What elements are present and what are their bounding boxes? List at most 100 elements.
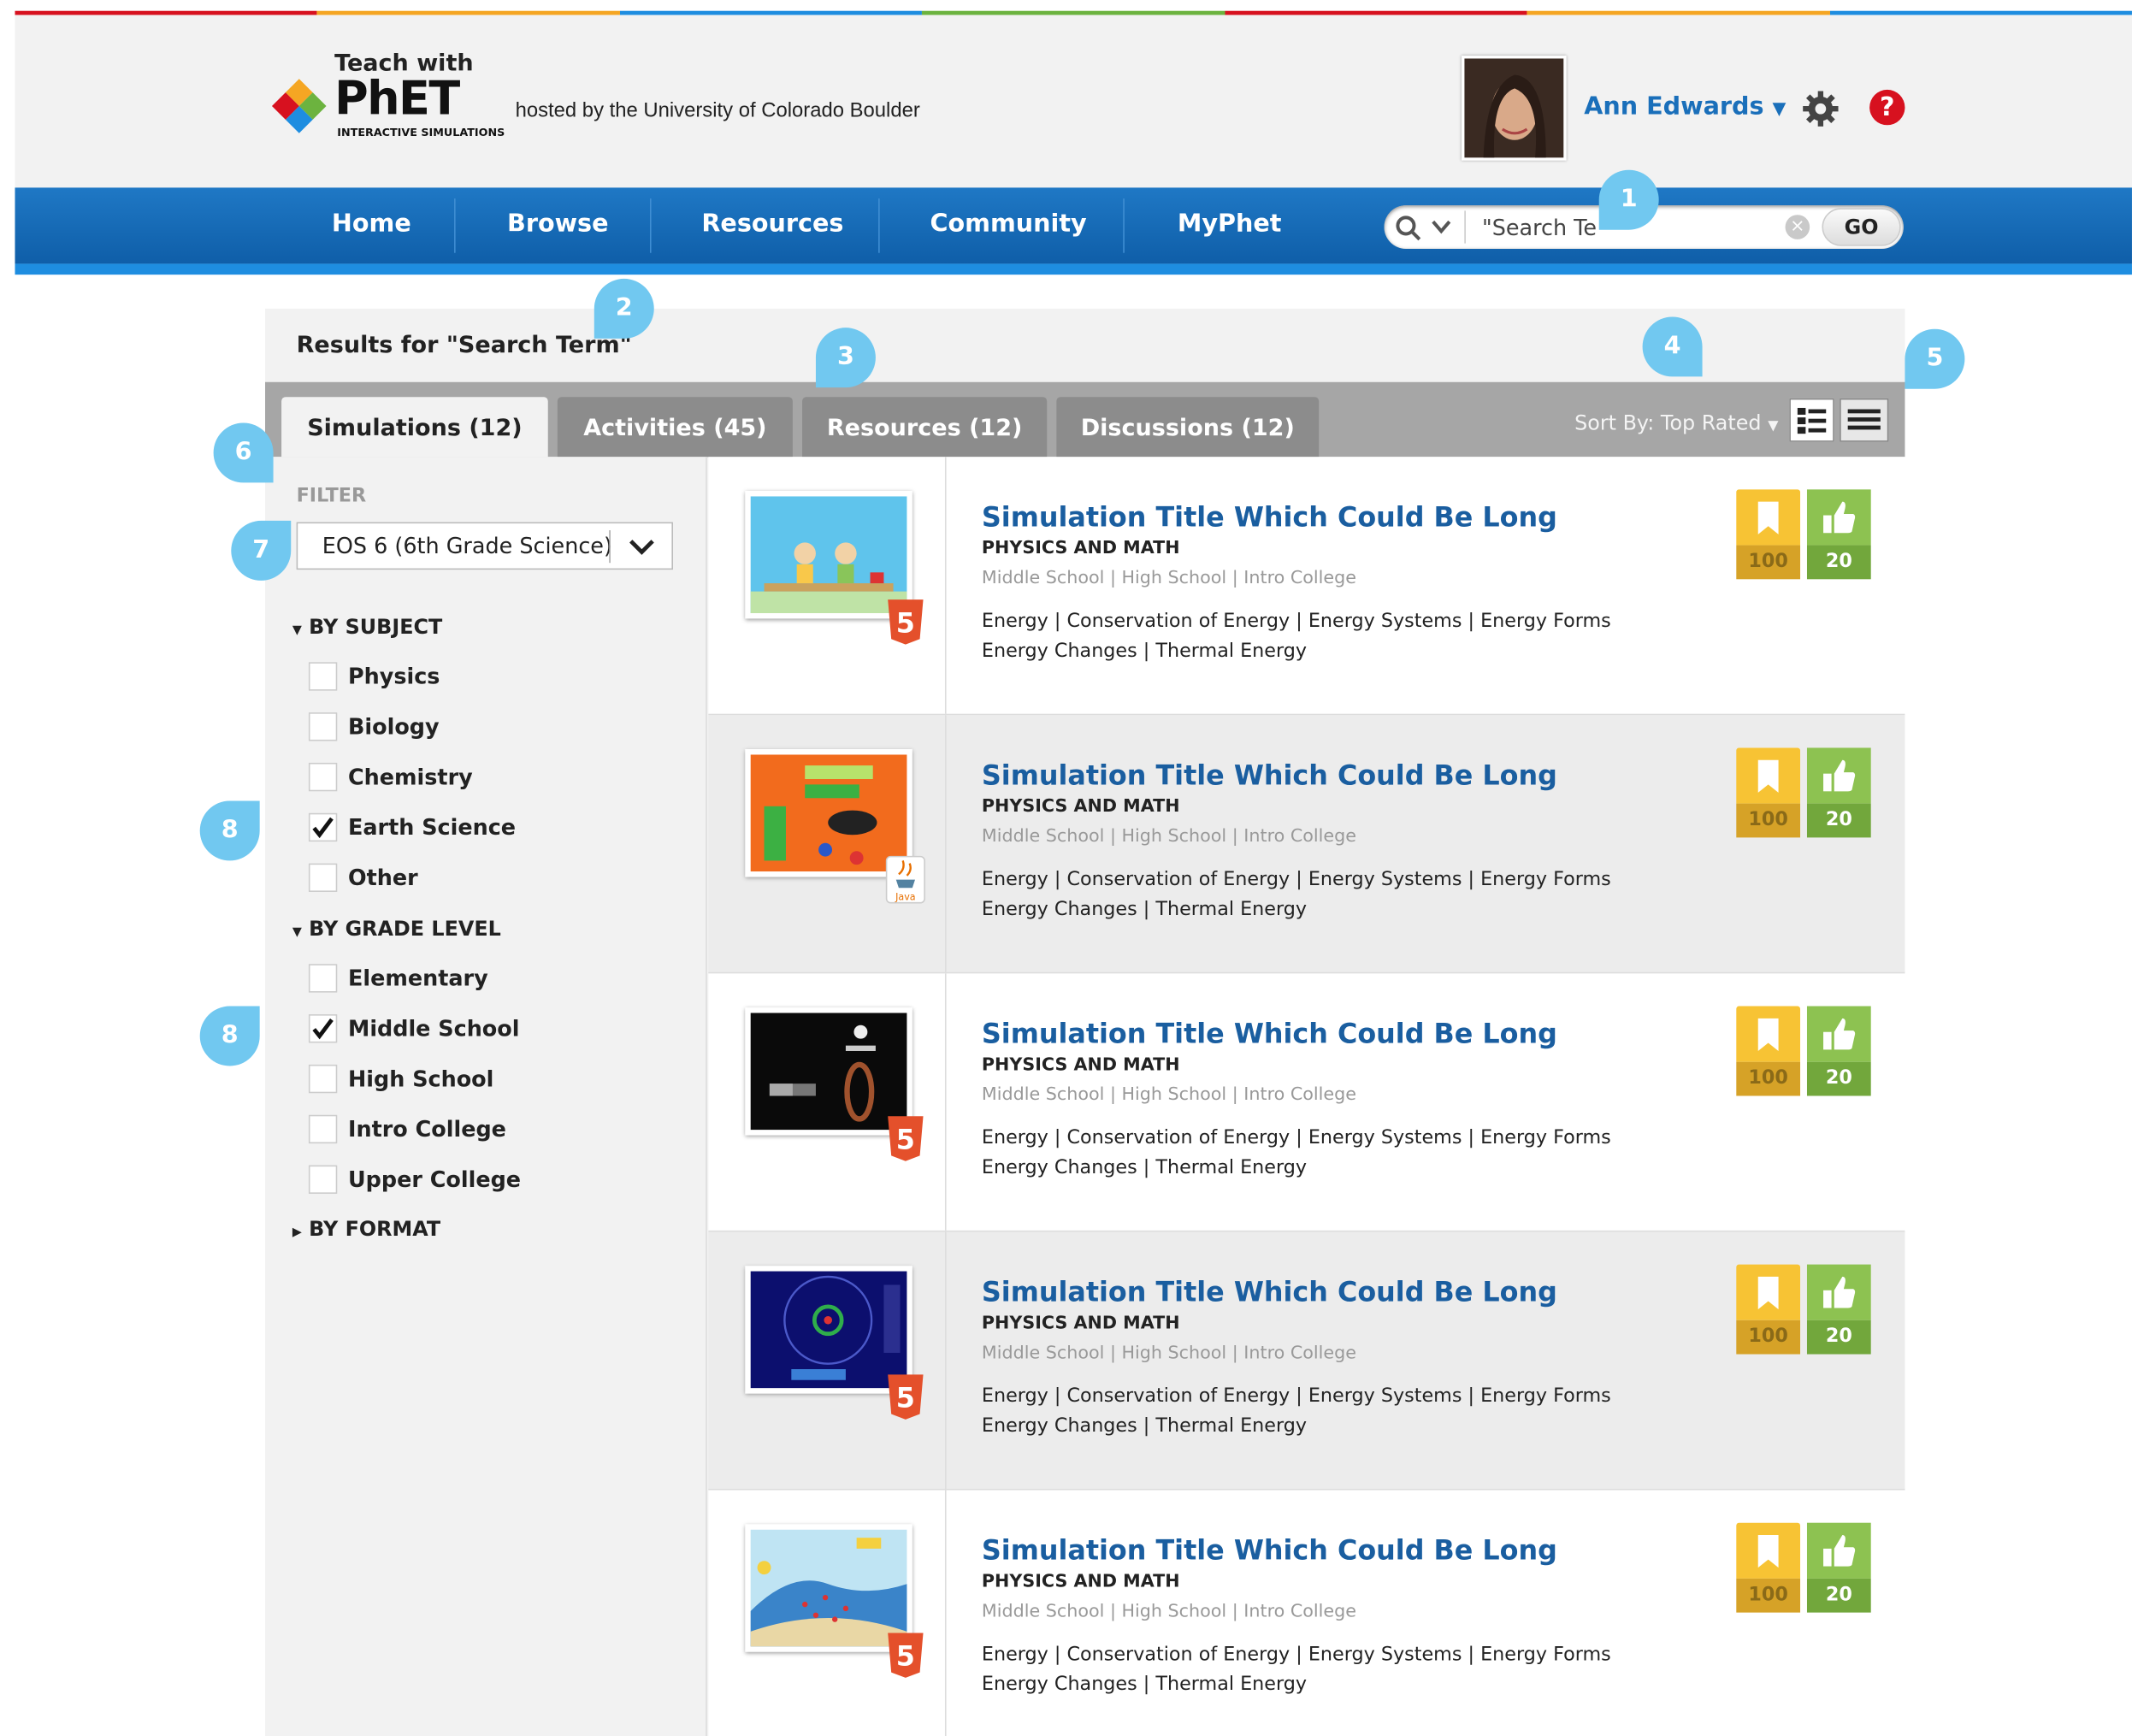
logo-subtitle: INTERACTIVE SIMULATIONS — [337, 126, 505, 139]
favorite-count: 100 — [1736, 545, 1801, 580]
thumbs-up-icon — [1823, 1276, 1856, 1308]
phet-puzzle-logo-icon[interactable] — [269, 76, 329, 136]
java-label: Java — [895, 892, 915, 903]
result-row: 5 Simulation Title Which Could Be Long P… — [708, 1231, 1905, 1491]
checkbox-label-upper-college: Upper College — [348, 1166, 522, 1193]
favorite-button[interactable]: 100 — [1736, 747, 1801, 838]
sim-title-link[interactable]: Simulation Title Which Could Be Long — [982, 1017, 1557, 1049]
favorite-count: 100 — [1736, 1320, 1801, 1355]
bookmark-icon — [1757, 1534, 1779, 1568]
list-view-icon[interactable] — [1840, 398, 1889, 442]
nav-myphet[interactable]: MyPhet — [1178, 210, 1282, 238]
sim-tags-line: Energy | Conservation of Energy | Energy… — [981, 1385, 1611, 1408]
java-badge-icon: Java — [885, 855, 925, 904]
like-button[interactable]: 20 — [1806, 489, 1871, 580]
favorite-button[interactable]: 100 — [1736, 1522, 1801, 1613]
sim-title-link[interactable]: Simulation Title Which Could Be Long — [982, 759, 1557, 791]
caret-down-icon: ▼ — [292, 623, 302, 638]
checkmark-icon — [312, 817, 334, 839]
by-grade-level-heading[interactable]: ▼ BY GRADE LEVEL — [292, 917, 501, 942]
checkbox-biology[interactable] — [308, 712, 338, 741]
dropdown-divider — [609, 530, 611, 564]
sim-grade-levels: Middle School | High School | Intro Coll… — [981, 1601, 1356, 1622]
favorite-button[interactable]: 100 — [1736, 1264, 1801, 1355]
checkbox-middle-school[interactable] — [308, 1014, 338, 1043]
thumbs-up-icon — [1823, 501, 1856, 534]
gear-icon[interactable] — [1802, 90, 1840, 128]
checkbox-chemistry[interactable] — [308, 762, 338, 792]
user-portrait-icon — [1464, 58, 1564, 158]
result-row: 5 Simulation Title Which Could Be Long P… — [708, 973, 1905, 1232]
like-button[interactable]: 20 — [1806, 1264, 1871, 1355]
nav-browse[interactable]: Browse — [507, 210, 608, 238]
filter-dropdown[interactable]: EOS 6 (6th Grade Science) — [296, 522, 674, 570]
checkbox-other[interactable] — [308, 863, 338, 892]
like-button[interactable]: 20 — [1806, 1522, 1871, 1613]
clear-icon[interactable]: × — [1785, 215, 1810, 239]
sim-tags-line: Energy Changes | Thermal Energy — [981, 898, 1308, 921]
sim-title-link[interactable]: Simulation Title Which Could Be Long — [982, 1533, 1557, 1566]
checkbox-physics[interactable] — [308, 662, 338, 691]
sim-tags-line: Energy | Conservation of Energy | Energy… — [981, 868, 1611, 891]
checkbox-label-physics: Physics — [348, 663, 440, 690]
sim-title-link[interactable]: Simulation Title Which Could Be Long — [982, 1275, 1557, 1308]
checkbox-earth-science[interactable] — [308, 812, 338, 842]
sim-tags-line: Energy Changes | Thermal Energy — [981, 640, 1308, 663]
nav-resources[interactable]: Resources — [701, 210, 843, 238]
logo-phet-text[interactable]: PhET — [334, 74, 460, 123]
sim-tags: Energy | Conservation of Energy | Energy… — [982, 865, 1662, 924]
bookmark-icon — [1757, 1276, 1779, 1310]
checkbox-high-school[interactable] — [308, 1064, 338, 1094]
nav-community[interactable]: Community — [930, 210, 1086, 238]
help-icon[interactable]: ? — [1869, 89, 1905, 126]
tab-resources[interactable]: Resources (12) — [802, 397, 1048, 458]
annotation-callout: 8 — [199, 1006, 260, 1066]
svg-text:5: 5 — [896, 607, 915, 639]
sim-title-link[interactable]: Simulation Title Which Could Be Long — [982, 500, 1557, 533]
nav-home[interactable]: Home — [332, 210, 411, 238]
html5-badge-icon: 5 — [888, 1116, 924, 1161]
like-count: 20 — [1806, 1578, 1871, 1613]
sim-tags: Energy | Conservation of Energy | Energy… — [982, 606, 1662, 666]
checkbox-label-chemistry: Chemistry — [348, 764, 473, 790]
sim-tags: Energy | Conservation of Energy | Energy… — [982, 1381, 1662, 1441]
checkbox-label-intro-college: Intro College — [348, 1116, 506, 1143]
html5-badge-icon: 5 — [888, 599, 924, 645]
like-button[interactable]: 20 — [1806, 747, 1871, 838]
caret-down-icon: ▼ — [1772, 99, 1787, 120]
sim-tags-line: Energy | Conservation of Energy | Energy… — [981, 610, 1611, 633]
go-button[interactable]: GO — [1822, 208, 1901, 246]
by-format-heading[interactable]: ▶ BY FORMAT — [292, 1217, 440, 1242]
by-subject-heading[interactable]: ▼ BY SUBJECT — [292, 615, 442, 640]
favorite-count: 100 — [1736, 803, 1801, 838]
checkbox-intro-college[interactable] — [308, 1114, 338, 1144]
thumbs-up-icon — [1823, 1534, 1856, 1567]
chevron-down-icon[interactable] — [1432, 220, 1451, 234]
nav-divider — [454, 198, 456, 253]
favorite-button[interactable]: 100 — [1736, 489, 1801, 580]
thumbs-up-icon — [1823, 1018, 1856, 1050]
filter-selected-value: EOS 6 (6th Grade Science) — [322, 533, 612, 559]
favorite-button[interactable]: 100 — [1736, 1006, 1801, 1096]
tab-simulations[interactable]: Simulations (12) — [281, 397, 548, 458]
checkbox-elementary[interactable] — [308, 964, 338, 993]
search-icon[interactable] — [1395, 215, 1422, 242]
tab-discussions[interactable]: Discussions (12) — [1056, 397, 1320, 458]
sim-grade-levels: Middle School | High School | Intro Coll… — [981, 568, 1356, 589]
annotation-callout: 8 — [199, 800, 260, 861]
like-button[interactable]: 20 — [1806, 1006, 1871, 1096]
chevron-down-icon — [629, 540, 654, 555]
html5-badge-icon: 5 — [888, 1633, 924, 1678]
sim-tags-line: Energy Changes | Thermal Energy — [981, 1415, 1308, 1438]
sort-dropdown[interactable]: Sort By: Top Rated ▼ — [1574, 410, 1778, 435]
checkbox-label-earth-science: Earth Science — [348, 814, 517, 841]
avatar[interactable] — [1462, 56, 1567, 161]
tab-activities[interactable]: Activities (45) — [557, 397, 793, 458]
like-count: 20 — [1806, 1320, 1871, 1355]
checkbox-upper-college[interactable] — [308, 1165, 338, 1194]
user-menu[interactable]: Ann Edwards ▼ — [1584, 92, 1786, 121]
hosted-by-text: hosted by the University of Colorado Bou… — [515, 99, 920, 123]
checkbox-label-elementary: Elementary — [348, 965, 488, 992]
detail-view-icon[interactable] — [1789, 398, 1834, 442]
annotation-callout: 5 — [1905, 328, 1965, 389]
